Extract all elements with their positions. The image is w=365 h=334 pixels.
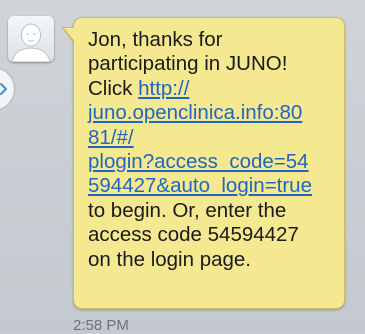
chevron-right-icon — [0, 83, 7, 95]
message-timestamp: 2:58 PM — [73, 317, 129, 334]
message-link[interactable]: http:// — [138, 77, 189, 100]
message-line: to begin. Or, enter the — [88, 198, 287, 222]
message-link[interactable]: plogin?access_code=54 — [88, 150, 340, 174]
click-label: Click — [88, 76, 139, 100]
expand-handle[interactable] — [0, 68, 14, 110]
message-text: Jon, thanks for participating in JUNO! C… — [88, 28, 340, 272]
message-link[interactable]: 81/#/ — [88, 126, 340, 150]
bubble-tail — [64, 28, 76, 43]
contact-avatar[interactable] — [8, 16, 54, 62]
message-line: on the login page. — [88, 247, 251, 271]
message-line: participating in JUNO! — [88, 52, 288, 76]
message-line: Click http:// — [88, 77, 340, 101]
message-line: access code 54594427 — [88, 223, 299, 247]
message-link[interactable]: juno.openclinica.info:80 — [88, 101, 340, 125]
message-bubble[interactable]: Jon, thanks for participating in JUNO! C… — [73, 17, 345, 309]
message-line: Jon, thanks for — [88, 28, 223, 51]
message-thread: Jon, thanks for participating in JUNO! C… — [0, 0, 365, 334]
default-contact-icon — [11, 23, 51, 62]
message-link[interactable]: 594427&auto_login=true — [88, 174, 340, 198]
